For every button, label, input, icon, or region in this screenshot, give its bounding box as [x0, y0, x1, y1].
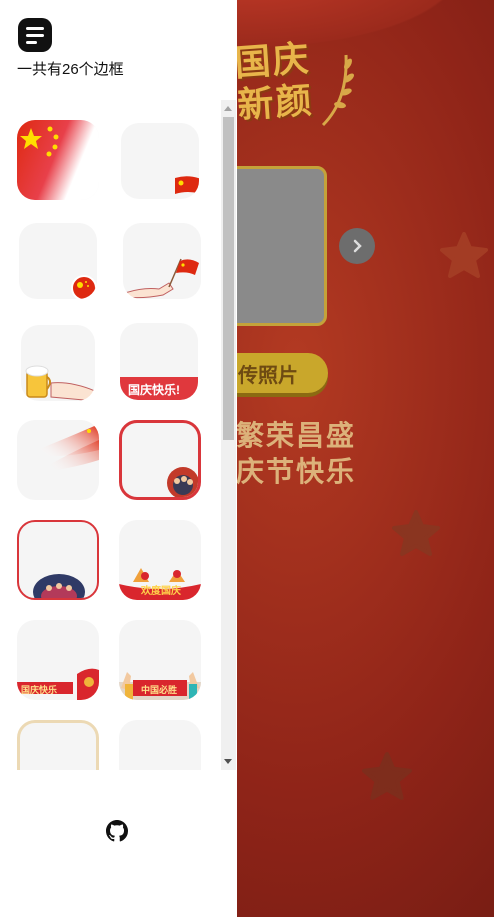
scrollbar-thumb[interactable]: [223, 117, 234, 440]
slogan-line2: 庆节快乐: [236, 456, 357, 487]
frame-red-border-stage[interactable]: [17, 520, 99, 600]
menu-button[interactable]: [18, 18, 52, 52]
upload-photo-label: 传照片: [238, 364, 298, 387]
frame-label: 中国必胜: [141, 685, 178, 695]
flag-icon: [175, 176, 199, 194]
laurel-icon: [321, 54, 354, 127]
stage-crowd-icon: [33, 574, 85, 598]
frame-guoqing-kuaile-banner[interactable]: 国庆快乐!: [120, 323, 198, 400]
beer-icon: [25, 365, 95, 401]
frame-blank[interactable]: [119, 720, 201, 770]
menu-icon-bar: [26, 33, 44, 37]
next-button[interactable]: [339, 228, 375, 264]
frame-red-border-crowd[interactable]: [119, 420, 201, 500]
frame-guoqing-kuaile-corner[interactable]: 国庆快乐: [17, 620, 99, 700]
frame-flag-badge-round[interactable]: [19, 223, 97, 299]
bg-title: 国庆 新颜: [233, 37, 315, 126]
menu-icon: [26, 26, 44, 30]
frame-huanqing-guoqing[interactable]: 欢度国庆: [119, 520, 201, 600]
chevron-right-icon: [353, 239, 362, 253]
bg-title-line2: 新颜: [236, 79, 315, 126]
star-decoration-icon: [440, 232, 488, 278]
frame-gold-border[interactable]: [17, 720, 99, 770]
scroll-up-arrow-icon[interactable]: [224, 106, 232, 111]
flag-icon: [17, 120, 99, 200]
bg-title-line1: 国庆: [233, 37, 312, 84]
star-decoration-icon: [362, 752, 412, 800]
frame-list[interactable]: 国庆快乐! 欢度国庆 国庆快乐 中国必胜: [0, 100, 237, 770]
hand-flag-icon: [124, 258, 199, 299]
scroll-down-arrow-icon[interactable]: [224, 759, 232, 764]
frame-hand-holding-flag[interactable]: [123, 223, 201, 299]
frame-list-scrollbar[interactable]: [221, 100, 236, 770]
frame-flying-flag-blur[interactable]: [17, 420, 99, 500]
menu-icon-bar: [26, 40, 37, 44]
frame-beer-toast[interactable]: [21, 325, 95, 401]
frame-count-text: 一共有26个边框: [17, 61, 124, 78]
frame-national-flag-full[interactable]: [17, 120, 99, 200]
crowd-icon: [167, 467, 198, 497]
flag-badge-icon: [71, 275, 97, 299]
frame-zhongguo-bisheng[interactable]: 中国必胜: [119, 620, 201, 700]
frame-label: 国庆快乐: [21, 685, 58, 695]
frame-label: 欢度国庆: [141, 586, 181, 597]
frame-small-flag-corner[interactable]: [121, 123, 199, 199]
github-icon[interactable]: [106, 820, 128, 842]
slogan-line1: 繁荣昌盛: [236, 420, 357, 451]
frame-drawer: 一共有26个边框 国庆快乐! 欢度国庆 国庆快乐 中国必胜: [0, 0, 237, 917]
star-decoration-icon: [392, 510, 440, 556]
frame-label: 国庆快乐!: [128, 383, 180, 397]
flying-flag-icon: [27, 424, 99, 472]
slogan: 繁荣昌盛 庆节快乐: [236, 418, 356, 490]
